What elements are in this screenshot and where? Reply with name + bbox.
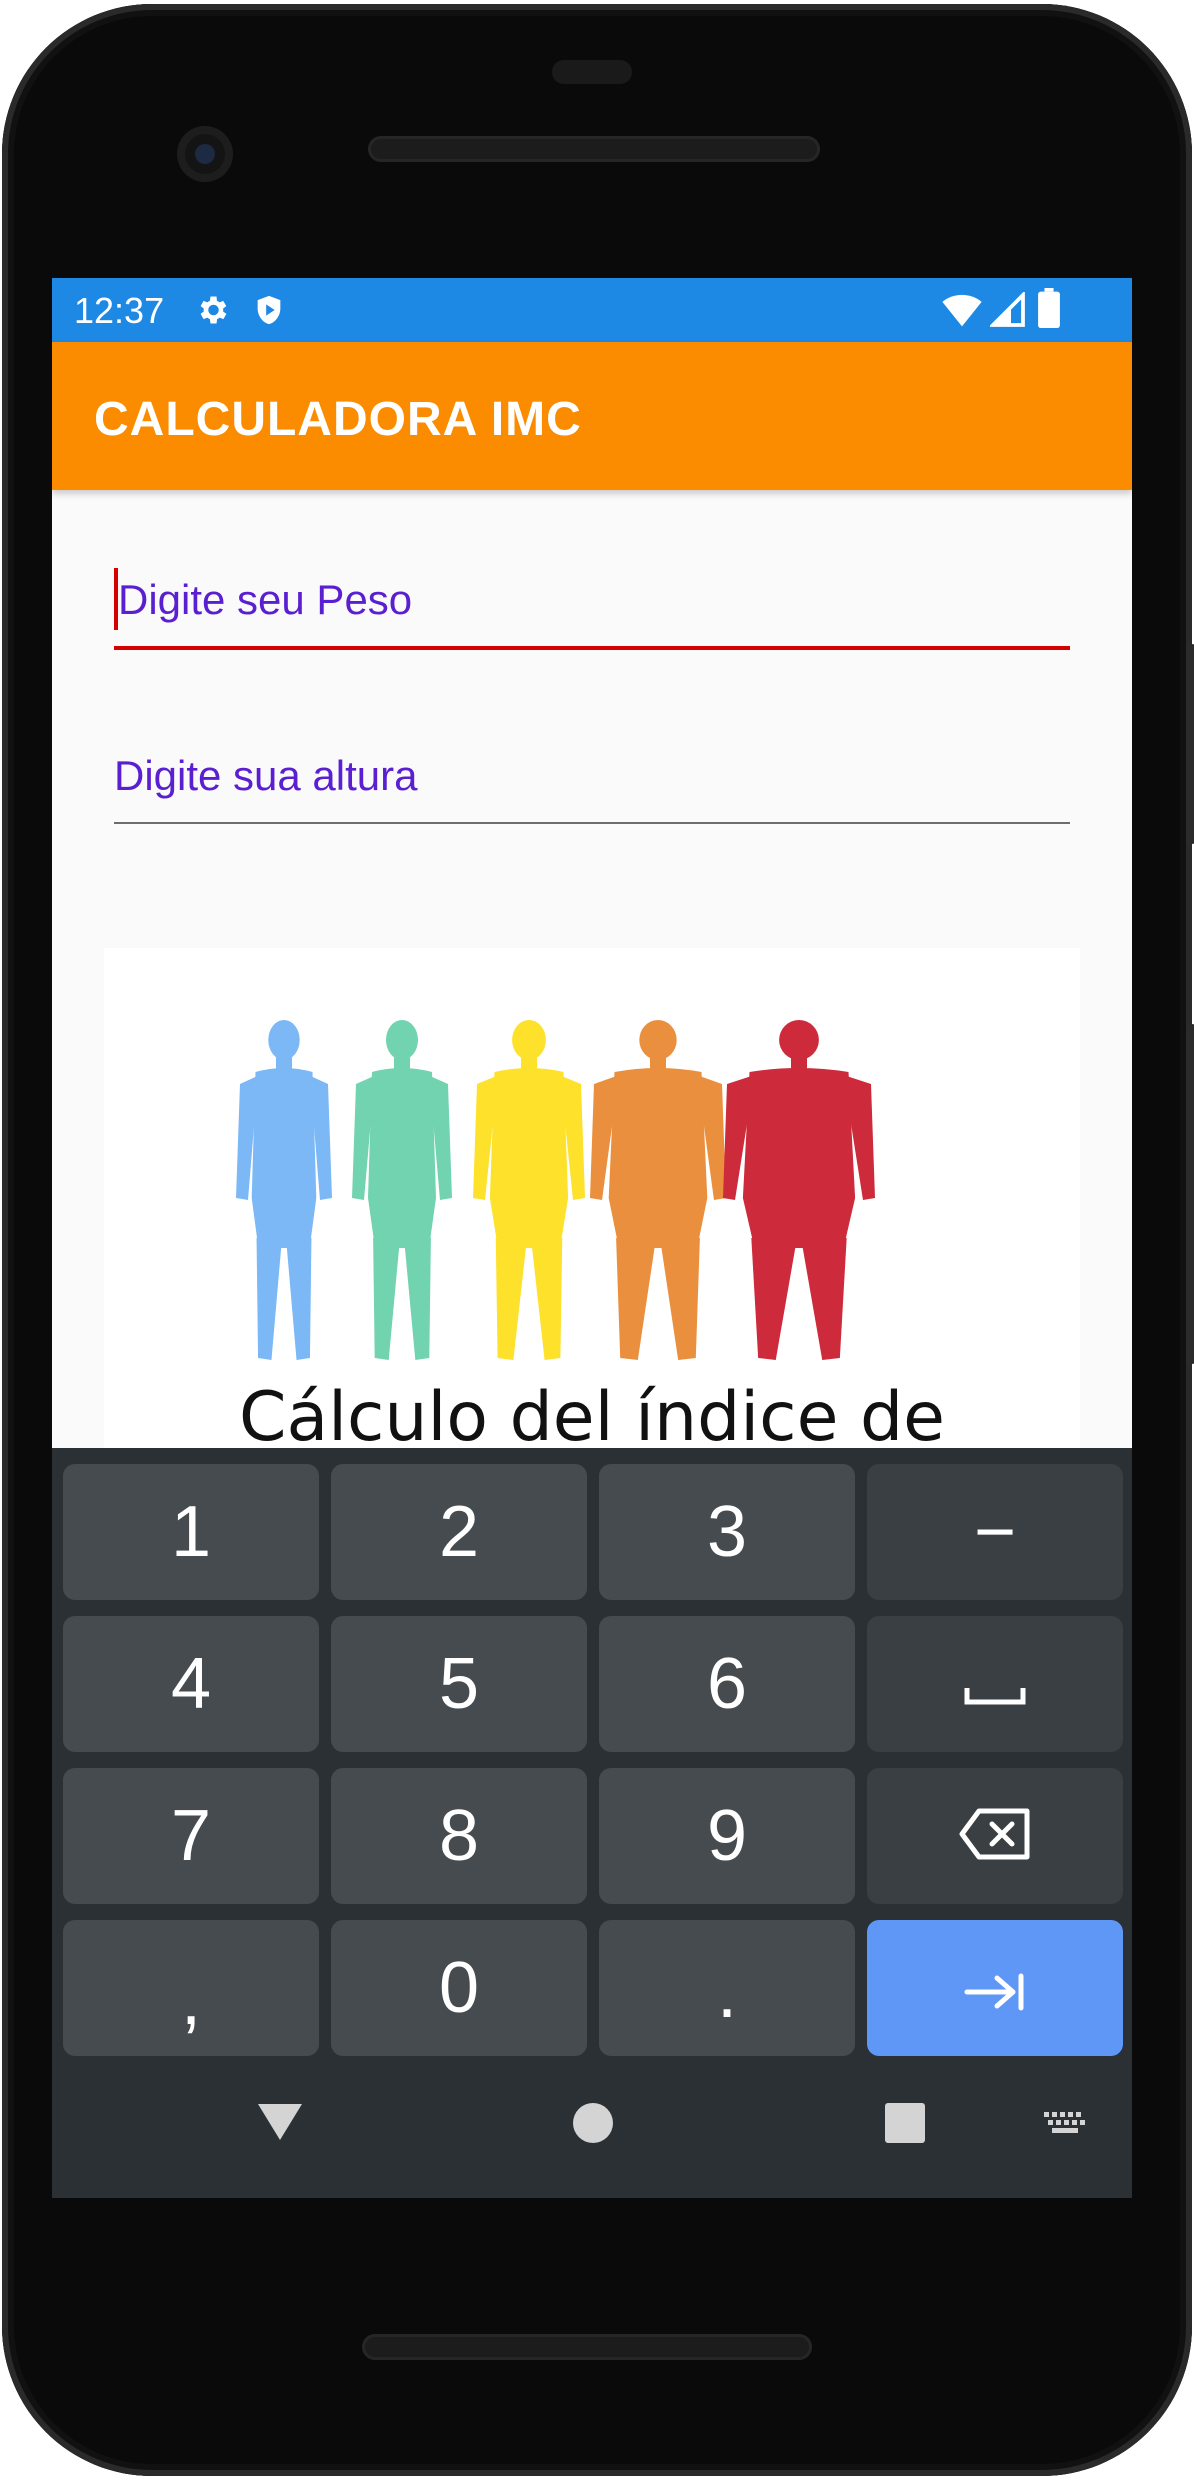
gear-icon bbox=[194, 292, 230, 333]
body-silhouettes bbox=[236, 1020, 875, 1360]
key-6[interactable]: 6 bbox=[599, 1616, 855, 1752]
key-2[interactable]: 2 bbox=[331, 1464, 587, 1600]
shield-icon bbox=[252, 292, 286, 333]
app-bar: CALCULADORA IMC bbox=[52, 342, 1132, 490]
key-label: 7 bbox=[170, 1796, 212, 1876]
key-label: − bbox=[973, 1492, 1017, 1572]
next-icon bbox=[963, 1947, 1027, 2029]
status-bar: 12:37 bbox=[52, 278, 1132, 342]
key-minus[interactable]: − bbox=[867, 1464, 1123, 1600]
top-speaker-grille bbox=[368, 136, 820, 162]
key-label: 5 bbox=[438, 1644, 480, 1724]
key-label: 9 bbox=[706, 1796, 748, 1876]
volume-button bbox=[1186, 1024, 1194, 1364]
weight-field-underline bbox=[114, 646, 1070, 650]
key-label: 0 bbox=[438, 1948, 480, 2028]
numeric-keyboard: 1 2 3 − 4 5 6 7 8 9 , 0 . bbox=[52, 1448, 1132, 2198]
backspace-icon bbox=[959, 1795, 1031, 1877]
body-figure bbox=[723, 1020, 875, 1360]
body-figure bbox=[473, 1020, 585, 1360]
device-screen: 12:37 CALCULADORA IMC Cálculo del índ bbox=[52, 278, 1132, 2198]
front-sensor bbox=[552, 60, 632, 84]
key-label: 4 bbox=[170, 1644, 212, 1724]
key-period[interactable]: . bbox=[599, 1920, 855, 2056]
power-button bbox=[1186, 644, 1194, 844]
key-1[interactable]: 1 bbox=[63, 1464, 319, 1600]
weight-input[interactable] bbox=[114, 568, 1074, 630]
signal-icon bbox=[988, 290, 1026, 333]
key-7[interactable]: 7 bbox=[63, 1768, 319, 1904]
space-icon bbox=[963, 1643, 1027, 1725]
height-input[interactable] bbox=[114, 740, 1070, 806]
key-3[interactable]: 3 bbox=[599, 1464, 855, 1600]
keyboard-switch-icon[interactable] bbox=[1042, 2110, 1088, 2141]
front-camera bbox=[177, 126, 233, 182]
key-label: 8 bbox=[438, 1796, 480, 1876]
back-icon[interactable] bbox=[258, 2102, 302, 2147]
key-4[interactable]: 4 bbox=[63, 1616, 319, 1752]
key-label: . bbox=[716, 1953, 737, 2033]
key-5[interactable]: 5 bbox=[331, 1616, 587, 1752]
key-label: 1 bbox=[170, 1492, 212, 1572]
text-cursor bbox=[114, 568, 118, 630]
key-label: 2 bbox=[438, 1492, 480, 1572]
key-9[interactable]: 9 bbox=[599, 1768, 855, 1904]
bottom-speaker-grille bbox=[362, 2334, 812, 2360]
key-label: 6 bbox=[706, 1644, 748, 1724]
status-time: 12:37 bbox=[74, 290, 165, 331]
wifi-icon bbox=[942, 292, 982, 333]
height-field-underline bbox=[114, 822, 1070, 824]
key-space[interactable] bbox=[867, 1616, 1123, 1752]
page-title: CALCULADORA IMC bbox=[94, 393, 582, 446]
body-figure bbox=[352, 1020, 452, 1360]
key-comma[interactable]: , bbox=[63, 1920, 319, 2056]
body-figure bbox=[590, 1020, 726, 1360]
key-next[interactable] bbox=[867, 1920, 1123, 2056]
image-caption: Cálculo del índice de bbox=[238, 1378, 946, 1457]
home-icon[interactable] bbox=[572, 2102, 614, 2149]
body-figure bbox=[236, 1020, 332, 1360]
weight-field[interactable] bbox=[114, 568, 1074, 650]
key-label: 3 bbox=[706, 1492, 748, 1572]
navigation-bar bbox=[52, 2056, 1132, 2198]
key-8[interactable]: 8 bbox=[331, 1768, 587, 1904]
key-label: , bbox=[180, 1960, 201, 2040]
key-0[interactable]: 0 bbox=[331, 1920, 587, 2056]
recents-icon[interactable] bbox=[884, 2102, 926, 2149]
key-backspace[interactable] bbox=[867, 1768, 1123, 1904]
battery-icon bbox=[1038, 288, 1060, 333]
height-field[interactable] bbox=[114, 740, 1070, 824]
